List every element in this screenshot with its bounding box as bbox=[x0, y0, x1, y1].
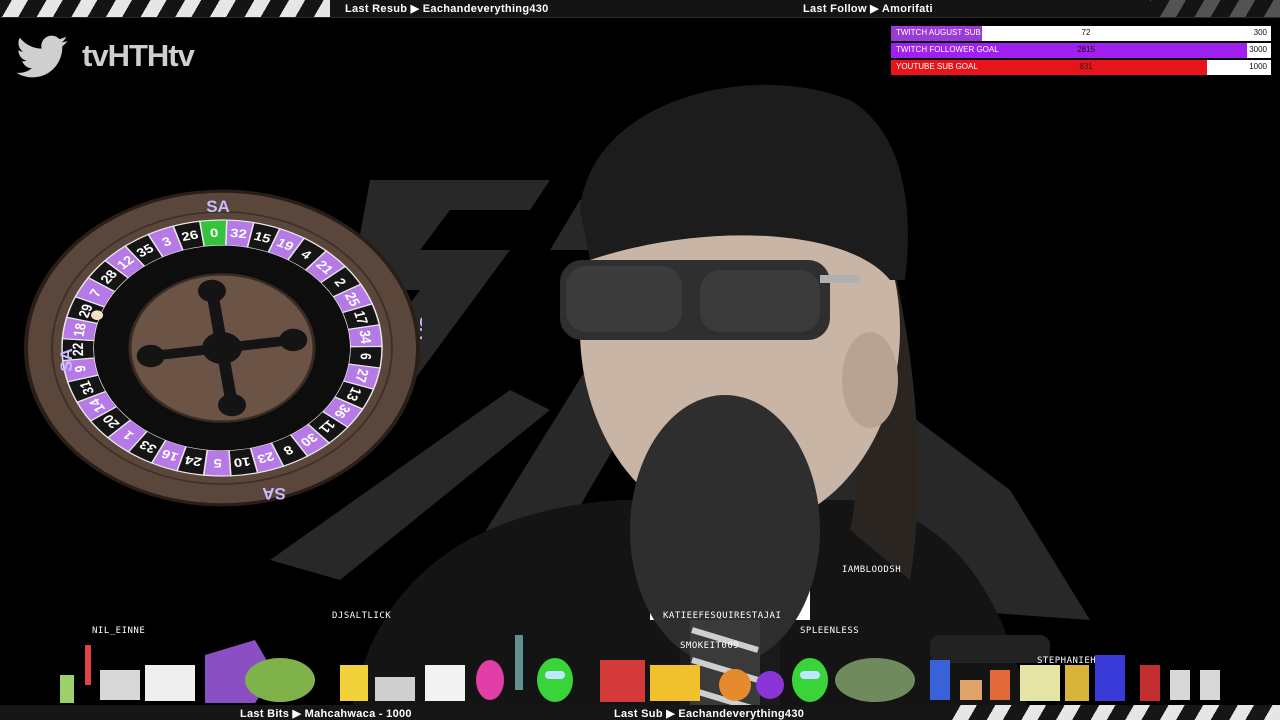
goal-bar-twitch-sub: TWITCH AUGUST SUB GOAL 72 300 bbox=[891, 26, 1271, 41]
goal-current: 2815 bbox=[1077, 45, 1095, 54]
goal-title: TWITCH FOLLOWER GOAL bbox=[896, 45, 999, 54]
sprite-group bbox=[60, 635, 1220, 703]
roulette-number: 32 bbox=[229, 226, 248, 241]
roulette-number: 18 bbox=[70, 322, 89, 338]
roulette-sa-label: SA bbox=[262, 484, 286, 503]
roulette-number: 5 bbox=[213, 456, 222, 469]
chat-name: IAMBLOODSH bbox=[842, 565, 902, 575]
streamer-webcam bbox=[350, 84, 1050, 720]
chat-sprite-parade bbox=[60, 635, 1220, 703]
twitter-icon bbox=[16, 35, 68, 78]
roulette-number: 10 bbox=[233, 455, 252, 470]
roulette-sa-label: SA bbox=[57, 348, 76, 372]
roulette-number: 0 bbox=[210, 226, 219, 240]
twitter-handle: tvHTHtv bbox=[82, 38, 195, 73]
top-left-stripes bbox=[0, 0, 330, 17]
goal-title: TWITCH AUGUST SUB GOAL bbox=[896, 28, 1006, 37]
bottom-right-stripes bbox=[950, 705, 1280, 720]
chat-name: DJSALTLICK bbox=[332, 611, 392, 621]
last-bits-text: Last Bits ▶ Mahcahwaca - 1000 bbox=[240, 708, 412, 720]
goal-current: 72 bbox=[1081, 28, 1091, 37]
goal-max: 300 bbox=[1253, 28, 1267, 37]
top-right-stripes bbox=[1150, 0, 1280, 17]
goal-max: 1000 bbox=[1249, 62, 1267, 71]
last-follow-text: Last Follow ▶ Amorifati bbox=[803, 3, 933, 15]
last-sub-text: Last Sub ▶ Eachandeverything430 bbox=[614, 708, 805, 720]
goal-bar-twitch-follower: TWITCH FOLLOWER GOAL 2815 3000 bbox=[891, 43, 1271, 58]
goal-current: 831 bbox=[1079, 62, 1093, 71]
goal-max: 3000 bbox=[1249, 45, 1267, 54]
chat-name: KATIEEFESQUIRESTAJAI bbox=[663, 611, 782, 621]
last-resub-text: Last Resub ▶ Eachandeverything430 bbox=[345, 3, 549, 15]
roulette-sa-label: SA bbox=[206, 197, 230, 216]
